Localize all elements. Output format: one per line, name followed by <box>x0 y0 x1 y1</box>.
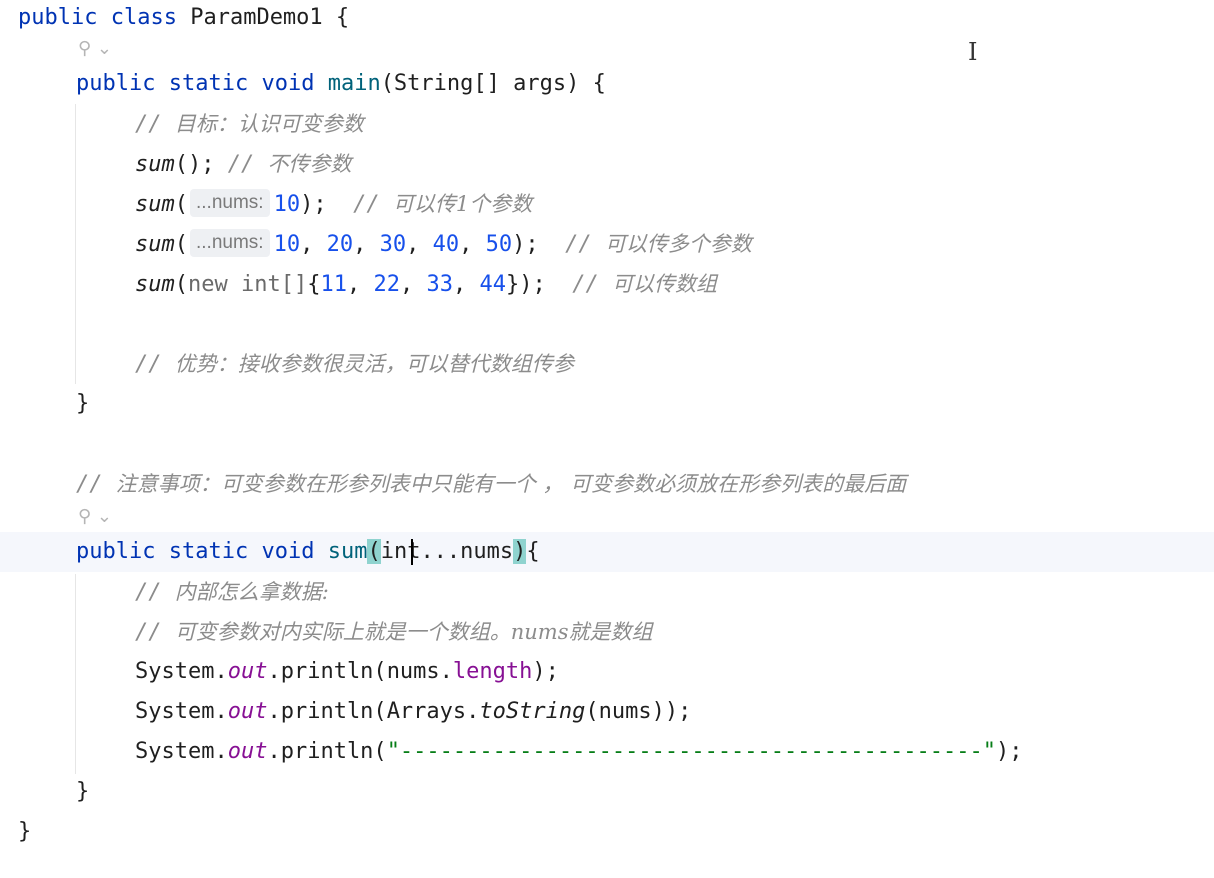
indent-guide <box>75 574 76 774</box>
code-line-sum-call[interactable]: sum(new int[]{11, 22, 33, 44}); // 可以传数组 <box>135 264 1214 304</box>
matched-paren: ( <box>367 539 381 564</box>
usages-icon[interactable]: ⚲ ⌄ <box>78 506 112 527</box>
code-line-main-declaration[interactable]: public static void main(String[] args) { <box>76 64 1214 104</box>
code-line-println[interactable]: System.out.println(nums.length); <box>135 652 1214 692</box>
code-line-println[interactable]: System.out.println(Arrays.toString(nums)… <box>135 692 1214 732</box>
code-line-comment[interactable]: // 目标：认识可变参数 <box>135 104 1214 144</box>
code-line-comment[interactable]: // 可变参数对内实际上就是一个数组。nums就是数组 <box>135 612 1214 652</box>
code-line-sum-call[interactable]: sum(...nums: 10); // 可以传1个参数 <box>135 184 1214 224</box>
code-line-comment[interactable]: // 注意事项：可变参数在形参列表中只能有一个 ， 可变参数必须放在形参列表的最… <box>76 464 1214 504</box>
code-editor[interactable]: public class ParamDemo1 { ⚲ ⌄ public sta… <box>0 0 1214 878</box>
usages-icon[interactable]: ⚲ ⌄ <box>78 38 112 59</box>
code-line-println[interactable]: System.out.println("--------------------… <box>135 732 1214 772</box>
matched-paren: ) <box>513 539 527 564</box>
parameter-hint: ...nums: <box>190 189 270 217</box>
code-line-comment[interactable]: // 优势：接收参数很灵活，可以替代数组传参 <box>135 344 1214 384</box>
code-line-sum-call[interactable]: sum(...nums: 10, 20, 30, 40, 50); // 可以传多… <box>135 224 1214 264</box>
code-line-class-declaration[interactable]: public class ParamDemo1 { <box>18 0 1214 38</box>
code-line-sum-declaration[interactable]: public static void sum(int...nums){ <box>0 532 1214 572</box>
text-caret <box>411 539 413 565</box>
code-line-close-brace[interactable]: } <box>18 812 1214 852</box>
parameter-hint: ...nums: <box>190 229 270 257</box>
chevron-down-icon: ⌄ <box>96 506 113 527</box>
code-line-sum-call[interactable]: sum(); // 不传参数 <box>135 144 1214 184</box>
code-line-close-brace[interactable]: } <box>76 772 1214 812</box>
chevron-down-icon: ⌄ <box>96 38 113 59</box>
text-cursor-icon: I <box>968 38 978 66</box>
indent-guide <box>75 104 76 384</box>
code-line-comment[interactable]: // 内部怎么拿数据: <box>135 572 1214 612</box>
code-line-close-brace[interactable]: } <box>76 384 1214 424</box>
